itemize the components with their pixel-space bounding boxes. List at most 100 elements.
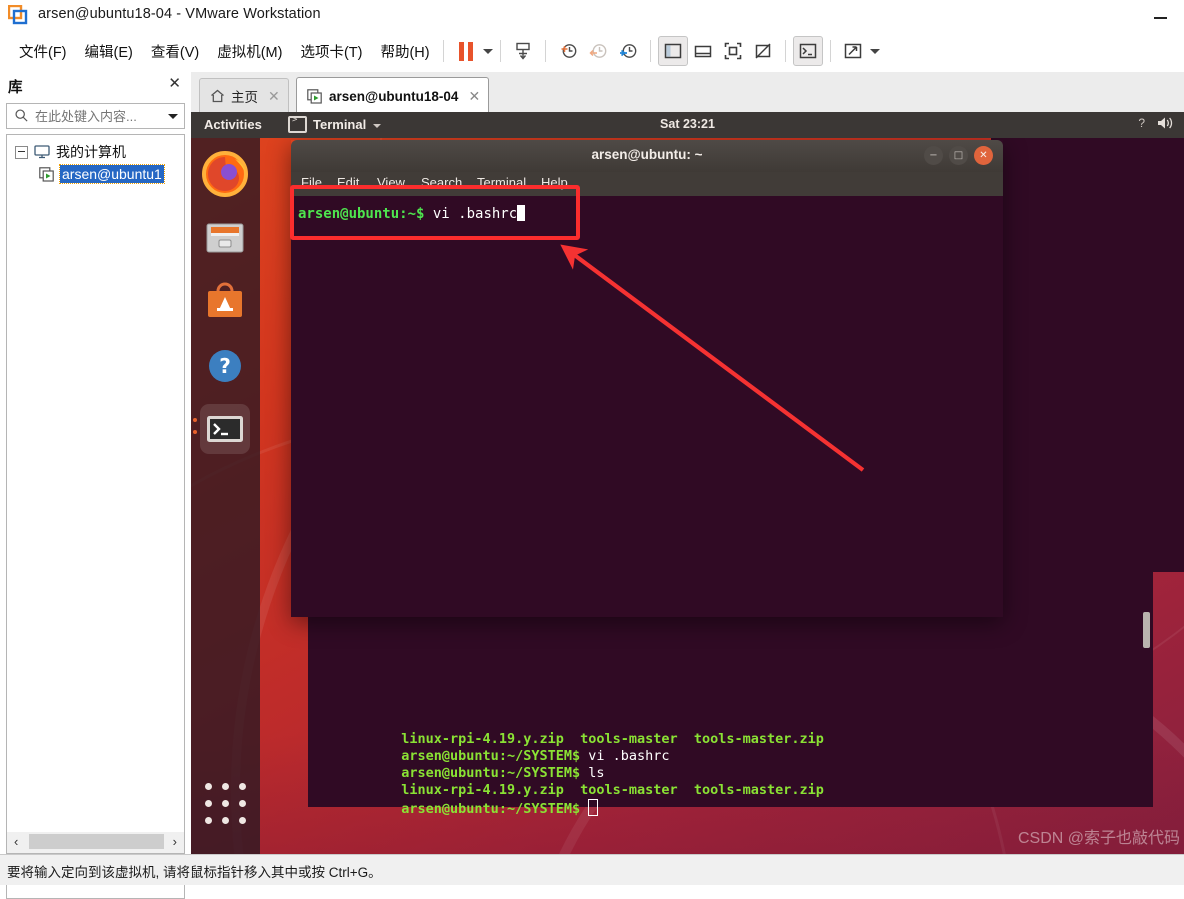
active-terminal-close-button[interactable]: ✕ — [974, 146, 993, 165]
running-indicator — [193, 418, 197, 422]
library-panel: 库 ✕ 我的计算机 — [0, 72, 192, 899]
terminal-menu-search[interactable]: Search — [421, 175, 462, 190]
console-icon — [799, 43, 817, 59]
active-terminal-menubar: File Edit View Search Terminal Help — [291, 172, 1003, 196]
fullscreen-button[interactable] — [718, 36, 748, 66]
vmware-logo-icon — [8, 5, 28, 25]
tab-home-close-icon[interactable]: ✕ — [266, 88, 280, 105]
show-library-button[interactable] — [658, 36, 688, 66]
dock-software[interactable] — [200, 277, 250, 327]
pause-icon — [459, 41, 473, 61]
main-toolbar — [436, 30, 880, 72]
show-thumbnail-button[interactable] — [688, 36, 718, 66]
keyboard-indicator-icon[interactable]: ? — [1138, 116, 1145, 130]
volume-icon[interactable] — [1157, 116, 1174, 130]
active-terminal[interactable]: arsen@ubuntu: ~ − □ ✕ File Edit View Sea… — [291, 140, 1003, 617]
terminal-command: vi .bashrc — [424, 206, 518, 222]
clock[interactable]: Sat 23:21 — [191, 117, 1184, 131]
background-terminal-right[interactable]: □ ✕ uea gnu inu gnu gnu nux nux nux c/a … — [991, 112, 1184, 572]
dock-files[interactable] — [200, 213, 250, 263]
active-terminal-body[interactable]: arsen@ubuntu:~$ vi .bashrc — [291, 196, 1003, 617]
bg-term-prompt: arsen@ubuntu:~/SYSTEM$ — [401, 801, 581, 817]
library-search-input[interactable] — [33, 106, 165, 127]
suspend-button[interactable] — [451, 36, 481, 66]
library-close-icon[interactable]: ✕ — [168, 76, 181, 92]
scroll-right-icon[interactable]: › — [173, 834, 177, 849]
tree-item-vm[interactable]: arsen@ubuntu1 — [7, 163, 184, 185]
power-dropdown-chevron-down-icon[interactable] — [483, 48, 493, 54]
toolbar-separator — [650, 40, 651, 62]
vmware-workstation-window: arsen@ubuntu18-04 - VMware Workstation 文… — [0, 0, 1184, 899]
tab-vm[interactable]: arsen@ubuntu18-04 ✕ — [296, 77, 490, 114]
unity-mode-icon — [755, 43, 771, 59]
menu-tabs[interactable]: 选项卡(T) — [291, 41, 371, 62]
ubuntu-software-icon — [208, 282, 242, 317]
tree-item-label: 我的计算机 — [56, 144, 126, 160]
status-bar-text: 要将输入定向到该虚拟机, 请将鼠标指针移入其中或按 Ctrl+G。 — [7, 865, 382, 880]
stretch-button[interactable] — [838, 36, 868, 66]
menu-help[interactable]: 帮助(H) — [371, 41, 438, 62]
library-search-box[interactable] — [6, 103, 185, 129]
unity-button[interactable] — [748, 36, 778, 66]
scrollbar-thumb[interactable] — [29, 834, 164, 849]
guest-screen[interactable]: Activities Terminal Sat 23:21 ? — [191, 112, 1184, 854]
toolbar-separator — [500, 40, 501, 62]
virtual-machine-icon — [39, 166, 54, 182]
stretch-dropdown-chevron-down-icon[interactable] — [870, 48, 880, 54]
toolbar-separator — [443, 40, 444, 62]
terminal-menu-view[interactable]: View — [377, 175, 405, 190]
files-icon — [206, 223, 244, 253]
snapshot-manager-button[interactable] — [613, 36, 643, 66]
active-terminal-minimize-button[interactable]: − — [924, 146, 943, 165]
minimize-button[interactable] — [1150, 4, 1172, 26]
take-snapshot-button[interactable] — [553, 36, 583, 66]
svg-text:?: ? — [219, 354, 231, 378]
thumbnail-bar-icon — [694, 45, 712, 58]
console-button[interactable] — [793, 36, 823, 66]
scroll-left-icon[interactable]: ‹ — [14, 834, 18, 849]
close-glyph: ✕ — [979, 150, 988, 161]
tab-home-label: 主页 — [231, 90, 258, 105]
terminal-menu-terminal[interactable]: Terminal — [477, 175, 526, 190]
revert-snapshot-button[interactable] — [583, 36, 613, 66]
snapshot-manager-icon — [516, 42, 530, 60]
dock-help[interactable]: ? — [200, 341, 250, 391]
dock-terminal[interactable] — [200, 404, 250, 454]
search-icon — [15, 109, 28, 122]
terminal-menu-help[interactable]: Help — [541, 175, 568, 190]
active-terminal-title: arsen@ubuntu: ~ — [591, 147, 703, 162]
search-chevron-down-icon[interactable] — [168, 114, 178, 119]
terminal-cursor — [517, 205, 526, 221]
right-terminal-body[interactable]: uea gnu inu gnu gnu nux nux nux c/a c/a — [991, 134, 1184, 572]
active-terminal-maximize-button[interactable]: □ — [949, 146, 968, 165]
library-header: 库 ✕ — [0, 72, 191, 100]
show-applications-button[interactable] — [205, 783, 246, 824]
menu-bar: 文件(F) 编辑(E) 查看(V) 虚拟机(M) 选项卡(T) 帮助(H) — [0, 30, 1184, 73]
watermark: CSDN @索子也敲代码 — [1017, 830, 1180, 847]
tab-strip: 主页 ✕ arsen@ubuntu18-04 ✕ — [191, 72, 1184, 114]
manage-snapshot-button[interactable] — [508, 36, 538, 66]
library-tree: 我的计算机 arsen@ubuntu1 — [6, 134, 185, 899]
virtual-machine-icon — [307, 88, 322, 104]
background-terminal-scrollbar[interactable] — [1143, 612, 1150, 648]
tab-vm-close-icon[interactable]: ✕ — [466, 88, 480, 105]
tree-item-my-computer[interactable]: 我的计算机 — [7, 141, 184, 163]
terminal-prompt: arsen@ubuntu:~$ — [298, 206, 425, 222]
terminal-icon — [207, 416, 243, 442]
bg-term-cursor — [588, 799, 599, 816]
terminal-menu-edit[interactable]: Edit — [337, 175, 359, 190]
fullscreen-icon — [724, 42, 742, 60]
collapse-expander-icon[interactable] — [15, 145, 28, 159]
snapshot-revert-icon — [589, 44, 607, 58]
menu-view[interactable]: 查看(V) — [142, 41, 208, 62]
active-terminal-command-line: arsen@ubuntu:~$ vi .bashrc — [298, 205, 526, 222]
library-horizontal-scrollbar[interactable]: ‹ › — [6, 832, 185, 854]
menu-vm[interactable]: 虚拟机(M) — [208, 41, 291, 62]
dock-firefox[interactable] — [200, 149, 250, 199]
terminal-menu-file[interactable]: File — [301, 175, 322, 190]
tab-home[interactable]: 主页 ✕ — [199, 78, 289, 113]
active-terminal-titlebar[interactable]: arsen@ubuntu: ~ − □ ✕ — [291, 140, 1003, 172]
status-bar: 要将输入定向到该虚拟机, 请将鼠标指针移入其中或按 Ctrl+G。 — [0, 854, 1184, 885]
menu-file[interactable]: 文件(F) — [10, 41, 76, 62]
menu-edit[interactable]: 编辑(E) — [76, 41, 142, 62]
